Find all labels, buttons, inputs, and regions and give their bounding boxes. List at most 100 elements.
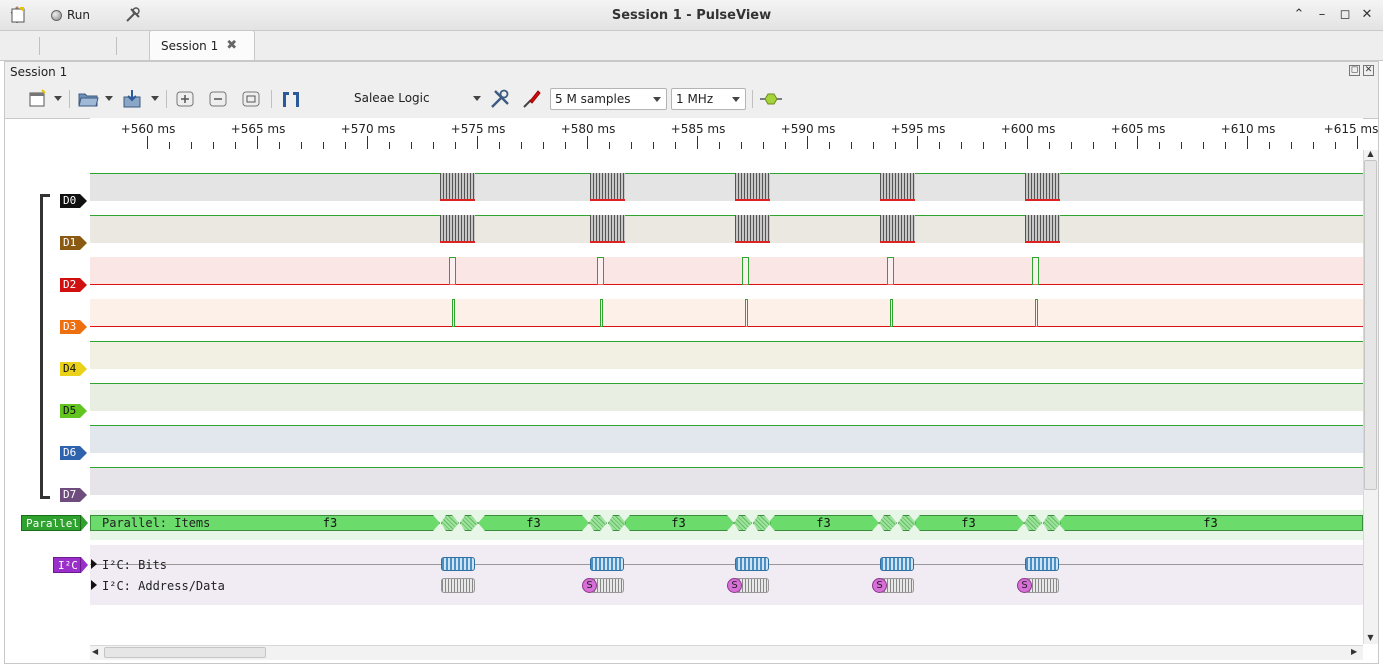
close-tab-icon[interactable]: ✖ <box>226 38 237 53</box>
device-config-button[interactable] <box>488 88 512 110</box>
signal-pulse <box>890 299 893 327</box>
scroll-right-icon[interactable]: ▶ <box>1351 647 1361 658</box>
separator <box>116 37 117 55</box>
new-session-icon <box>11 7 25 23</box>
minimize-icon[interactable]: – <box>1314 7 1330 23</box>
sample-count-value: 5 M samples <box>555 92 631 106</box>
float-dock-icon[interactable]: ◻ <box>1349 65 1360 76</box>
signal-pulse <box>452 299 455 327</box>
i2c-bit-annotation[interactable] <box>880 557 914 571</box>
i2c-start-condition-marker[interactable]: S <box>727 578 742 593</box>
channel-label-d6[interactable]: D6 <box>60 446 87 460</box>
parallel-decoder-label[interactable]: Parallel <box>21 515 81 531</box>
screwdriver-wrench-icon <box>491 89 509 108</box>
channel-trace-d7[interactable] <box>90 467 1363 495</box>
signal-burst <box>590 173 625 201</box>
separator <box>69 90 70 108</box>
parallel-item-annotation[interactable]: f3 <box>1058 515 1363 531</box>
i2c-label-arrow <box>81 557 88 573</box>
close-dock-icon[interactable]: ✕ <box>1363 65 1374 76</box>
channel-label-d3[interactable]: D3 <box>60 320 87 334</box>
new-button[interactable] <box>25 88 49 110</box>
channel-label-d4[interactable]: D4 <box>60 362 87 376</box>
channel-label-d7[interactable]: D7 <box>60 488 87 502</box>
i2c-bit-annotation[interactable] <box>735 557 769 571</box>
sample-rate-chevron-down-icon <box>732 97 740 102</box>
trace-high-line <box>90 425 1363 426</box>
signal-burst <box>1025 215 1060 243</box>
trace-low-line <box>90 326 1363 327</box>
sample-count-chevron-down-icon <box>653 97 661 102</box>
trace-low-line <box>90 452 1363 453</box>
save-button[interactable] <box>120 88 144 110</box>
signal-burst <box>440 215 475 243</box>
expand-triangle-icon[interactable] <box>91 559 97 569</box>
ruler-tick-label: +615 ms <box>1323 122 1379 136</box>
signal-pulse <box>1035 299 1038 327</box>
i2c-start-condition-marker[interactable]: S <box>1017 578 1032 593</box>
channel-label-d2[interactable]: D2 <box>60 278 87 292</box>
channel-trace-d2[interactable] <box>90 257 1363 285</box>
zoom-out-button[interactable] <box>206 88 230 110</box>
zoom-fit-icon <box>242 91 260 107</box>
vertical-scroll-thumb[interactable] <box>1364 160 1377 490</box>
ruler-tick-label: +565 ms <box>230 122 286 136</box>
expand-triangle-icon[interactable] <box>91 580 97 590</box>
i2c-bits-row-label: I²C: Bits <box>102 558 168 572</box>
zoom-fit-button[interactable] <box>239 88 263 110</box>
channel-trace-d6[interactable] <box>90 425 1363 453</box>
scroll-left-icon[interactable]: ◀ <box>92 647 102 658</box>
i2c-data-annotation[interactable] <box>441 578 475 593</box>
settings-button[interactable] <box>124 4 142 26</box>
probe-config-button[interactable] <box>520 88 544 110</box>
cursors-button[interactable] <box>279 88 303 110</box>
parallel-item-annotation[interactable]: f3 <box>768 515 879 531</box>
i2c-bit-annotation[interactable] <box>441 557 475 571</box>
parallel-item-annotation[interactable]: f3 <box>623 515 734 531</box>
scroll-up-icon[interactable]: ▲ <box>1364 149 1377 159</box>
signal-burst <box>590 215 625 243</box>
channel-trace-d1[interactable] <box>90 215 1363 243</box>
add-decoder-button[interactable] <box>759 88 783 110</box>
separator <box>271 90 272 108</box>
tab-session-1[interactable]: Session 1 ✖ <box>149 30 255 60</box>
maximize-icon[interactable]: ◻ <box>1337 7 1353 23</box>
channel-label-d1[interactable]: D1 <box>60 236 87 250</box>
parallel-item-annotation[interactable]: f3 <box>478 515 589 531</box>
ruler-tick-label: +610 ms <box>1220 122 1276 136</box>
channel-label-d5[interactable]: D5 <box>60 404 87 418</box>
channel-trace-d4[interactable] <box>90 341 1363 369</box>
channel-label-d0[interactable]: D0 <box>60 194 87 208</box>
device-select[interactable]: Saleae Logic <box>346 88 486 110</box>
new-dropdown-chevron-down-icon[interactable] <box>54 96 62 101</box>
open-button[interactable] <box>76 88 100 110</box>
save-dropdown-chevron-down-icon[interactable] <box>151 96 159 101</box>
parallel-label-arrow <box>81 515 88 531</box>
open-dropdown-chevron-down-icon[interactable] <box>105 96 113 101</box>
channel-group-bracket[interactable] <box>40 194 50 499</box>
trace-low-line <box>90 368 1363 369</box>
zoom-in-button[interactable] <box>173 88 197 110</box>
i2c-start-condition-marker[interactable]: S <box>872 578 887 593</box>
channel-trace-d5[interactable] <box>90 383 1363 411</box>
window-shade-icon[interactable]: ⌃ <box>1291 7 1307 23</box>
channel-trace-d3[interactable] <box>90 299 1363 327</box>
scroll-down-icon[interactable]: ▼ <box>1364 633 1377 643</box>
horizontal-scrollbar[interactable] <box>90 645 1363 660</box>
i2c-bit-annotation[interactable] <box>590 557 624 571</box>
close-icon[interactable]: ✕ <box>1359 7 1375 23</box>
signal-burst <box>735 215 770 243</box>
parallel-item-annotation[interactable]: f3 <box>913 515 1024 531</box>
signal-burst <box>440 173 475 201</box>
sample-count-select[interactable]: 5 M samples <box>550 88 667 110</box>
run-button[interactable]: Run <box>51 4 90 26</box>
new-session-button[interactable] <box>9 4 27 26</box>
horizontal-scroll-thumb[interactable] <box>104 647 266 658</box>
i2c-decoder-label[interactable]: I²C <box>53 557 81 573</box>
sample-rate-select[interactable]: 1 MHz <box>671 88 746 110</box>
channel-trace-d0[interactable] <box>90 173 1363 201</box>
signal-pulse <box>745 299 748 327</box>
i2c-bit-annotation[interactable] <box>1025 557 1059 571</box>
tools-icon <box>126 7 140 22</box>
i2c-start-condition-marker[interactable]: S <box>582 578 597 593</box>
